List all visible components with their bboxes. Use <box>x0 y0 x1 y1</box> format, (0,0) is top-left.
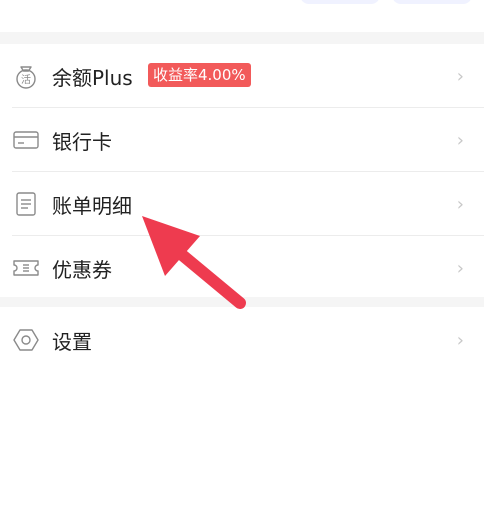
yield-rate-badge: 收益率4.00% <box>148 63 251 87</box>
chevron-right-icon: › <box>456 257 464 279</box>
header-button-fragment[interactable] <box>300 0 380 4</box>
chevron-right-icon: › <box>456 193 464 215</box>
section-gap <box>0 297 484 307</box>
section-gap <box>0 32 484 44</box>
menu-item-coupons[interactable]: 优惠券 › <box>0 236 484 300</box>
settings-hex-icon <box>12 326 40 354</box>
chevron-right-icon: › <box>456 329 464 351</box>
bank-card-icon <box>12 126 40 154</box>
menu-item-label: 账单明细 <box>52 193 132 218</box>
menu-item-settings[interactable]: 设置 › <box>0 308 484 372</box>
huo-coin-icon: 活 <box>12 62 40 90</box>
menu-item-bill-details[interactable]: 账单明细 › <box>0 172 484 236</box>
header-button-fragment[interactable] <box>392 0 472 4</box>
chevron-right-icon: › <box>456 65 464 87</box>
menu-item-label: 设置 <box>52 329 92 354</box>
chevron-right-icon: › <box>456 129 464 151</box>
menu-item-label: 银行卡 <box>52 129 112 154</box>
coupon-icon <box>12 254 40 282</box>
menu-item-label: 优惠券 <box>52 257 112 282</box>
bill-icon <box>12 190 40 218</box>
svg-text:活: 活 <box>21 74 31 86</box>
menu-card: 活 余额Plus 收益率4.00% › 银行卡 › 账单明细 › 优惠券 › <box>0 44 484 297</box>
menu-item-balance-plus[interactable]: 活 余额Plus 收益率4.00% › <box>0 44 484 108</box>
settings-card: 设置 › <box>0 307 484 373</box>
menu-item-bank-card[interactable]: 银行卡 › <box>0 108 484 172</box>
menu-item-label: 余额Plus <box>52 65 133 90</box>
balance-header-fragment <box>0 0 484 32</box>
